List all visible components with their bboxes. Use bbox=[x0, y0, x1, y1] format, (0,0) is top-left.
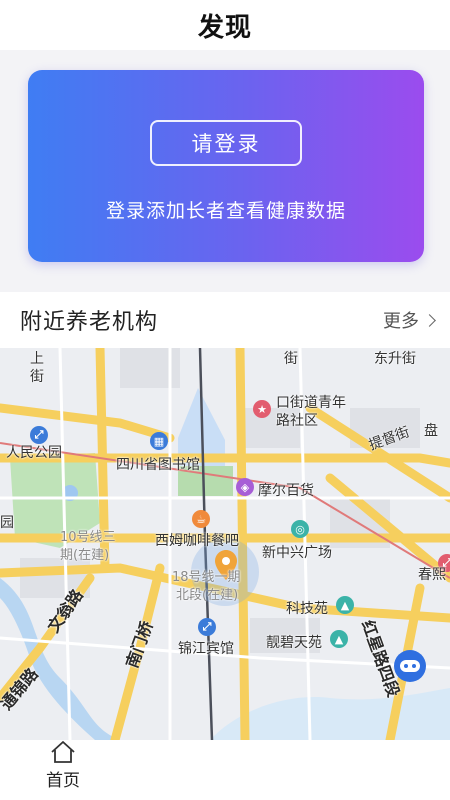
plaza-icon: ◎ bbox=[291, 520, 309, 538]
map-label: 街 bbox=[284, 351, 298, 367]
map-label: 人民公园 bbox=[6, 445, 62, 461]
login-button[interactable]: 请登录 bbox=[150, 120, 302, 166]
section-title: 附近养老机构 bbox=[20, 310, 159, 335]
map-label: 锦江宾馆 bbox=[178, 641, 234, 657]
metro-icon: ⤢ bbox=[198, 618, 216, 636]
map-label: 科技苑 bbox=[286, 601, 328, 617]
nav-home-label: 首页 bbox=[46, 771, 80, 791]
nav-home[interactable]: 首页 bbox=[46, 740, 80, 791]
chevron-right-icon bbox=[423, 313, 436, 327]
map-label: 东升街 bbox=[374, 351, 416, 367]
map-label: 西姆咖啡餐吧 bbox=[155, 533, 239, 549]
bottom-nav: 首页 bbox=[0, 740, 450, 800]
map-label: 18号线一期 bbox=[172, 570, 241, 585]
map-label: 北段(在建) bbox=[176, 588, 239, 603]
map-label: 街 bbox=[30, 369, 44, 385]
more-label: 更多 bbox=[383, 311, 419, 332]
cafe-icon: ☕ bbox=[192, 510, 210, 528]
map-label: 靓碧天苑 bbox=[266, 635, 322, 651]
banner-subtitle: 登录添加长者查看健康数据 bbox=[105, 200, 346, 222]
map-label: 春熙 bbox=[418, 567, 446, 583]
top-bar: 发现 bbox=[0, 0, 450, 50]
map-label: 口街道青年 bbox=[276, 395, 346, 411]
residence-icon: ▲ bbox=[330, 630, 348, 648]
map-label: 10号线三 bbox=[60, 530, 116, 545]
map-label: 新中兴广场 bbox=[262, 545, 332, 561]
more-link[interactable]: 更多 bbox=[383, 307, 436, 333]
map-label: 摩尔百货 bbox=[258, 483, 314, 499]
map-label: 上 bbox=[30, 351, 44, 367]
home-icon bbox=[51, 741, 75, 763]
login-banner: 请登录 登录添加长者查看健康数据 bbox=[28, 70, 424, 262]
page-title: 发现 bbox=[197, 12, 252, 43]
map-label: 盘 bbox=[424, 423, 438, 439]
map-label: 园 bbox=[0, 515, 14, 531]
library-icon: ▦ bbox=[150, 432, 168, 450]
map-label: 期(在建) bbox=[60, 548, 110, 563]
map-label: 路社区 bbox=[276, 413, 318, 429]
shopping-icon: ◈ bbox=[236, 478, 254, 496]
map-label: 四川省图书馆 bbox=[116, 457, 200, 473]
nearby-map[interactable]: ⤢ ▦ ★ ◈ ☕ ◎ ▲ ▲ ⤢ ⤢ 人民公园 四川省图书馆 口街道青年 路社… bbox=[0, 348, 450, 740]
residence-icon: ▲ bbox=[336, 596, 354, 614]
nearby-section-header: 附近养老机构 更多 bbox=[0, 292, 450, 348]
community-icon: ★ bbox=[253, 400, 271, 418]
